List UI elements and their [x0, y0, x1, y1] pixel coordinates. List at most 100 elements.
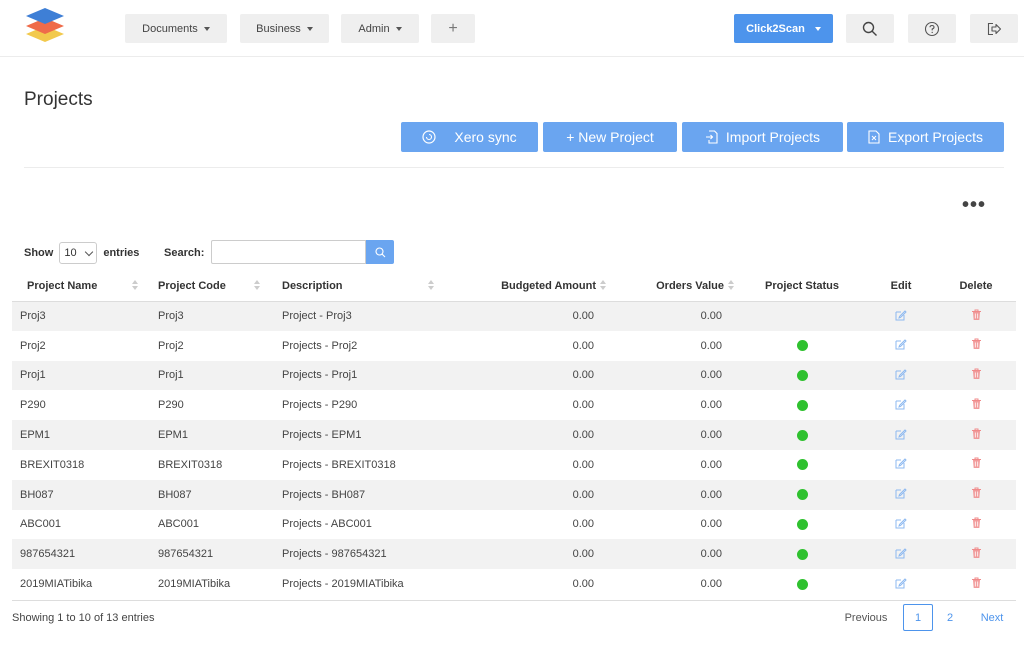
- col-budgeted-amount[interactable]: Budgeted Amount: [442, 271, 610, 302]
- trash-icon[interactable]: [971, 547, 982, 559]
- col-budgeted-amount-label: Budgeted Amount: [501, 279, 596, 292]
- help-button[interactable]: [908, 14, 956, 43]
- cell-orders-value: 0.00: [700, 578, 722, 591]
- entries-select-value: 10: [64, 247, 77, 259]
- col-orders-value[interactable]: Orders Value: [610, 271, 738, 302]
- page-title: Projects: [24, 89, 93, 110]
- cell-project-code: ABC001: [158, 518, 199, 531]
- nav-documents-label: Documents: [142, 22, 198, 35]
- trash-icon[interactable]: [971, 428, 982, 440]
- cell-project-code: EPM1: [158, 429, 188, 442]
- edit-icon[interactable]: [895, 338, 907, 350]
- plus-icon: +: [448, 19, 458, 37]
- table-header-row: Project Name Project Code Description Bu…: [12, 271, 1016, 302]
- table-search-button[interactable]: [366, 240, 394, 264]
- nav-documents[interactable]: Documents: [125, 14, 227, 43]
- new-project-button[interactable]: + New Project: [543, 122, 677, 152]
- app-logo[interactable]: [24, 4, 66, 46]
- header-divider: [24, 167, 1004, 168]
- pagination-previous[interactable]: Previous: [836, 604, 896, 631]
- col-orders-value-label: Orders Value: [656, 279, 724, 292]
- export-file-icon: [868, 130, 880, 144]
- trash-icon[interactable]: [971, 398, 982, 410]
- pagination-next[interactable]: Next: [972, 604, 1012, 631]
- cell-edit: [866, 301, 936, 331]
- trash-icon[interactable]: [971, 577, 982, 589]
- cell-orders-value: 0.00: [700, 369, 722, 382]
- col-project-name[interactable]: Project Name: [12, 271, 144, 302]
- cell-budgeted-amount: 0.00: [572, 369, 594, 382]
- more-options-icon[interactable]: •••: [962, 195, 986, 215]
- projects-table-body: Proj3 Proj3 Project - Proj3 0.00 0.00 Proj2 Pr…: [12, 301, 1016, 599]
- cell-budgeted-amount: 0.00: [572, 458, 594, 471]
- cell-description: Projects - ABC001: [282, 518, 372, 531]
- cell-project-code: BH087: [158, 488, 192, 501]
- trash-icon[interactable]: [971, 457, 982, 469]
- col-edit-label: Edit: [890, 279, 912, 292]
- cell-orders-value: 0.00: [700, 488, 722, 501]
- edit-icon[interactable]: [895, 398, 907, 410]
- table-row: Proj1 Proj1 Projects - Proj1 0.00 0.00: [12, 360, 1016, 391]
- cell-project-status: [738, 480, 866, 510]
- pagination-page-2[interactable]: 2: [937, 604, 963, 631]
- search-button[interactable]: [846, 14, 894, 43]
- table-row: Proj2 Proj2 Projects - Proj2 0.00 0.00: [12, 331, 1016, 361]
- logout-icon: [987, 22, 1002, 35]
- cell-project-name: BH087: [20, 488, 54, 501]
- trash-icon[interactable]: [971, 517, 982, 529]
- logout-button[interactable]: [970, 14, 1018, 43]
- click2scan-label: Click2Scan: [746, 22, 805, 35]
- status-active-indicator: [796, 548, 808, 560]
- col-description[interactable]: Description: [268, 271, 442, 302]
- entries-select[interactable]: 10: [59, 242, 98, 264]
- cell-project-name: Proj1: [20, 369, 46, 382]
- nav-business[interactable]: Business: [240, 14, 329, 43]
- status-active-indicator: [796, 578, 808, 590]
- edit-icon[interactable]: [895, 517, 907, 529]
- nav-add-button[interactable]: +: [431, 14, 475, 43]
- col-project-code[interactable]: Project Code: [144, 271, 268, 302]
- export-projects-button[interactable]: Export Projects: [847, 122, 1004, 152]
- status-active-indicator: [796, 519, 808, 531]
- cell-orders-value: 0.00: [700, 458, 722, 471]
- trash-icon[interactable]: [971, 309, 982, 321]
- cell-description: Projects - P290: [282, 399, 358, 412]
- caret-down-icon: [203, 27, 210, 31]
- cell-edit: [866, 390, 936, 420]
- cell-orders-value: 0.00: [700, 339, 722, 352]
- table-search-input[interactable]: [211, 240, 366, 264]
- cell-project-name: Proj3: [20, 310, 46, 323]
- nav-admin[interactable]: Admin: [341, 14, 419, 43]
- edit-icon[interactable]: [895, 457, 907, 469]
- pagination-page-1[interactable]: 1: [903, 604, 933, 631]
- xero-sync-button[interactable]: Xero sync: [401, 122, 538, 152]
- trash-icon[interactable]: [971, 487, 982, 499]
- nav-business-label: Business: [256, 22, 301, 35]
- cell-edit: [866, 361, 936, 391]
- edit-icon[interactable]: [895, 487, 907, 499]
- status-active-indicator: [796, 459, 808, 471]
- sort-icon: [254, 280, 260, 292]
- table-row: EPM1 EPM1 Projects - EPM1 0.00 0.00: [12, 420, 1016, 450]
- cell-budgeted-amount: 0.00: [572, 548, 594, 561]
- xero-sync-label: Xero sync: [454, 129, 517, 145]
- table-row: P290 P290 Projects - P290 0.00 0.00: [12, 390, 1016, 420]
- edit-icon[interactable]: [895, 368, 907, 380]
- trash-icon[interactable]: [971, 368, 982, 380]
- click2scan-button[interactable]: Click2Scan: [734, 14, 833, 43]
- cell-delete: [936, 569, 1016, 599]
- edit-icon[interactable]: [895, 577, 907, 589]
- import-projects-label: Import Projects: [725, 129, 821, 145]
- import-projects-button[interactable]: Import Projects: [682, 122, 843, 152]
- table-row: BH087 BH087 Projects - BH087 0.00 0.00: [12, 479, 1016, 510]
- edit-icon[interactable]: [895, 428, 907, 440]
- edit-icon[interactable]: [895, 547, 907, 559]
- cell-project-code: Proj2: [158, 339, 184, 352]
- trash-icon[interactable]: [971, 338, 982, 350]
- search-icon: [374, 246, 385, 257]
- edit-icon[interactable]: [895, 309, 907, 321]
- cell-project-code: 987654321: [158, 548, 214, 561]
- cell-description: Projects - BH087: [282, 488, 366, 501]
- cell-project-status: [738, 420, 866, 450]
- cell-edit: [866, 569, 936, 599]
